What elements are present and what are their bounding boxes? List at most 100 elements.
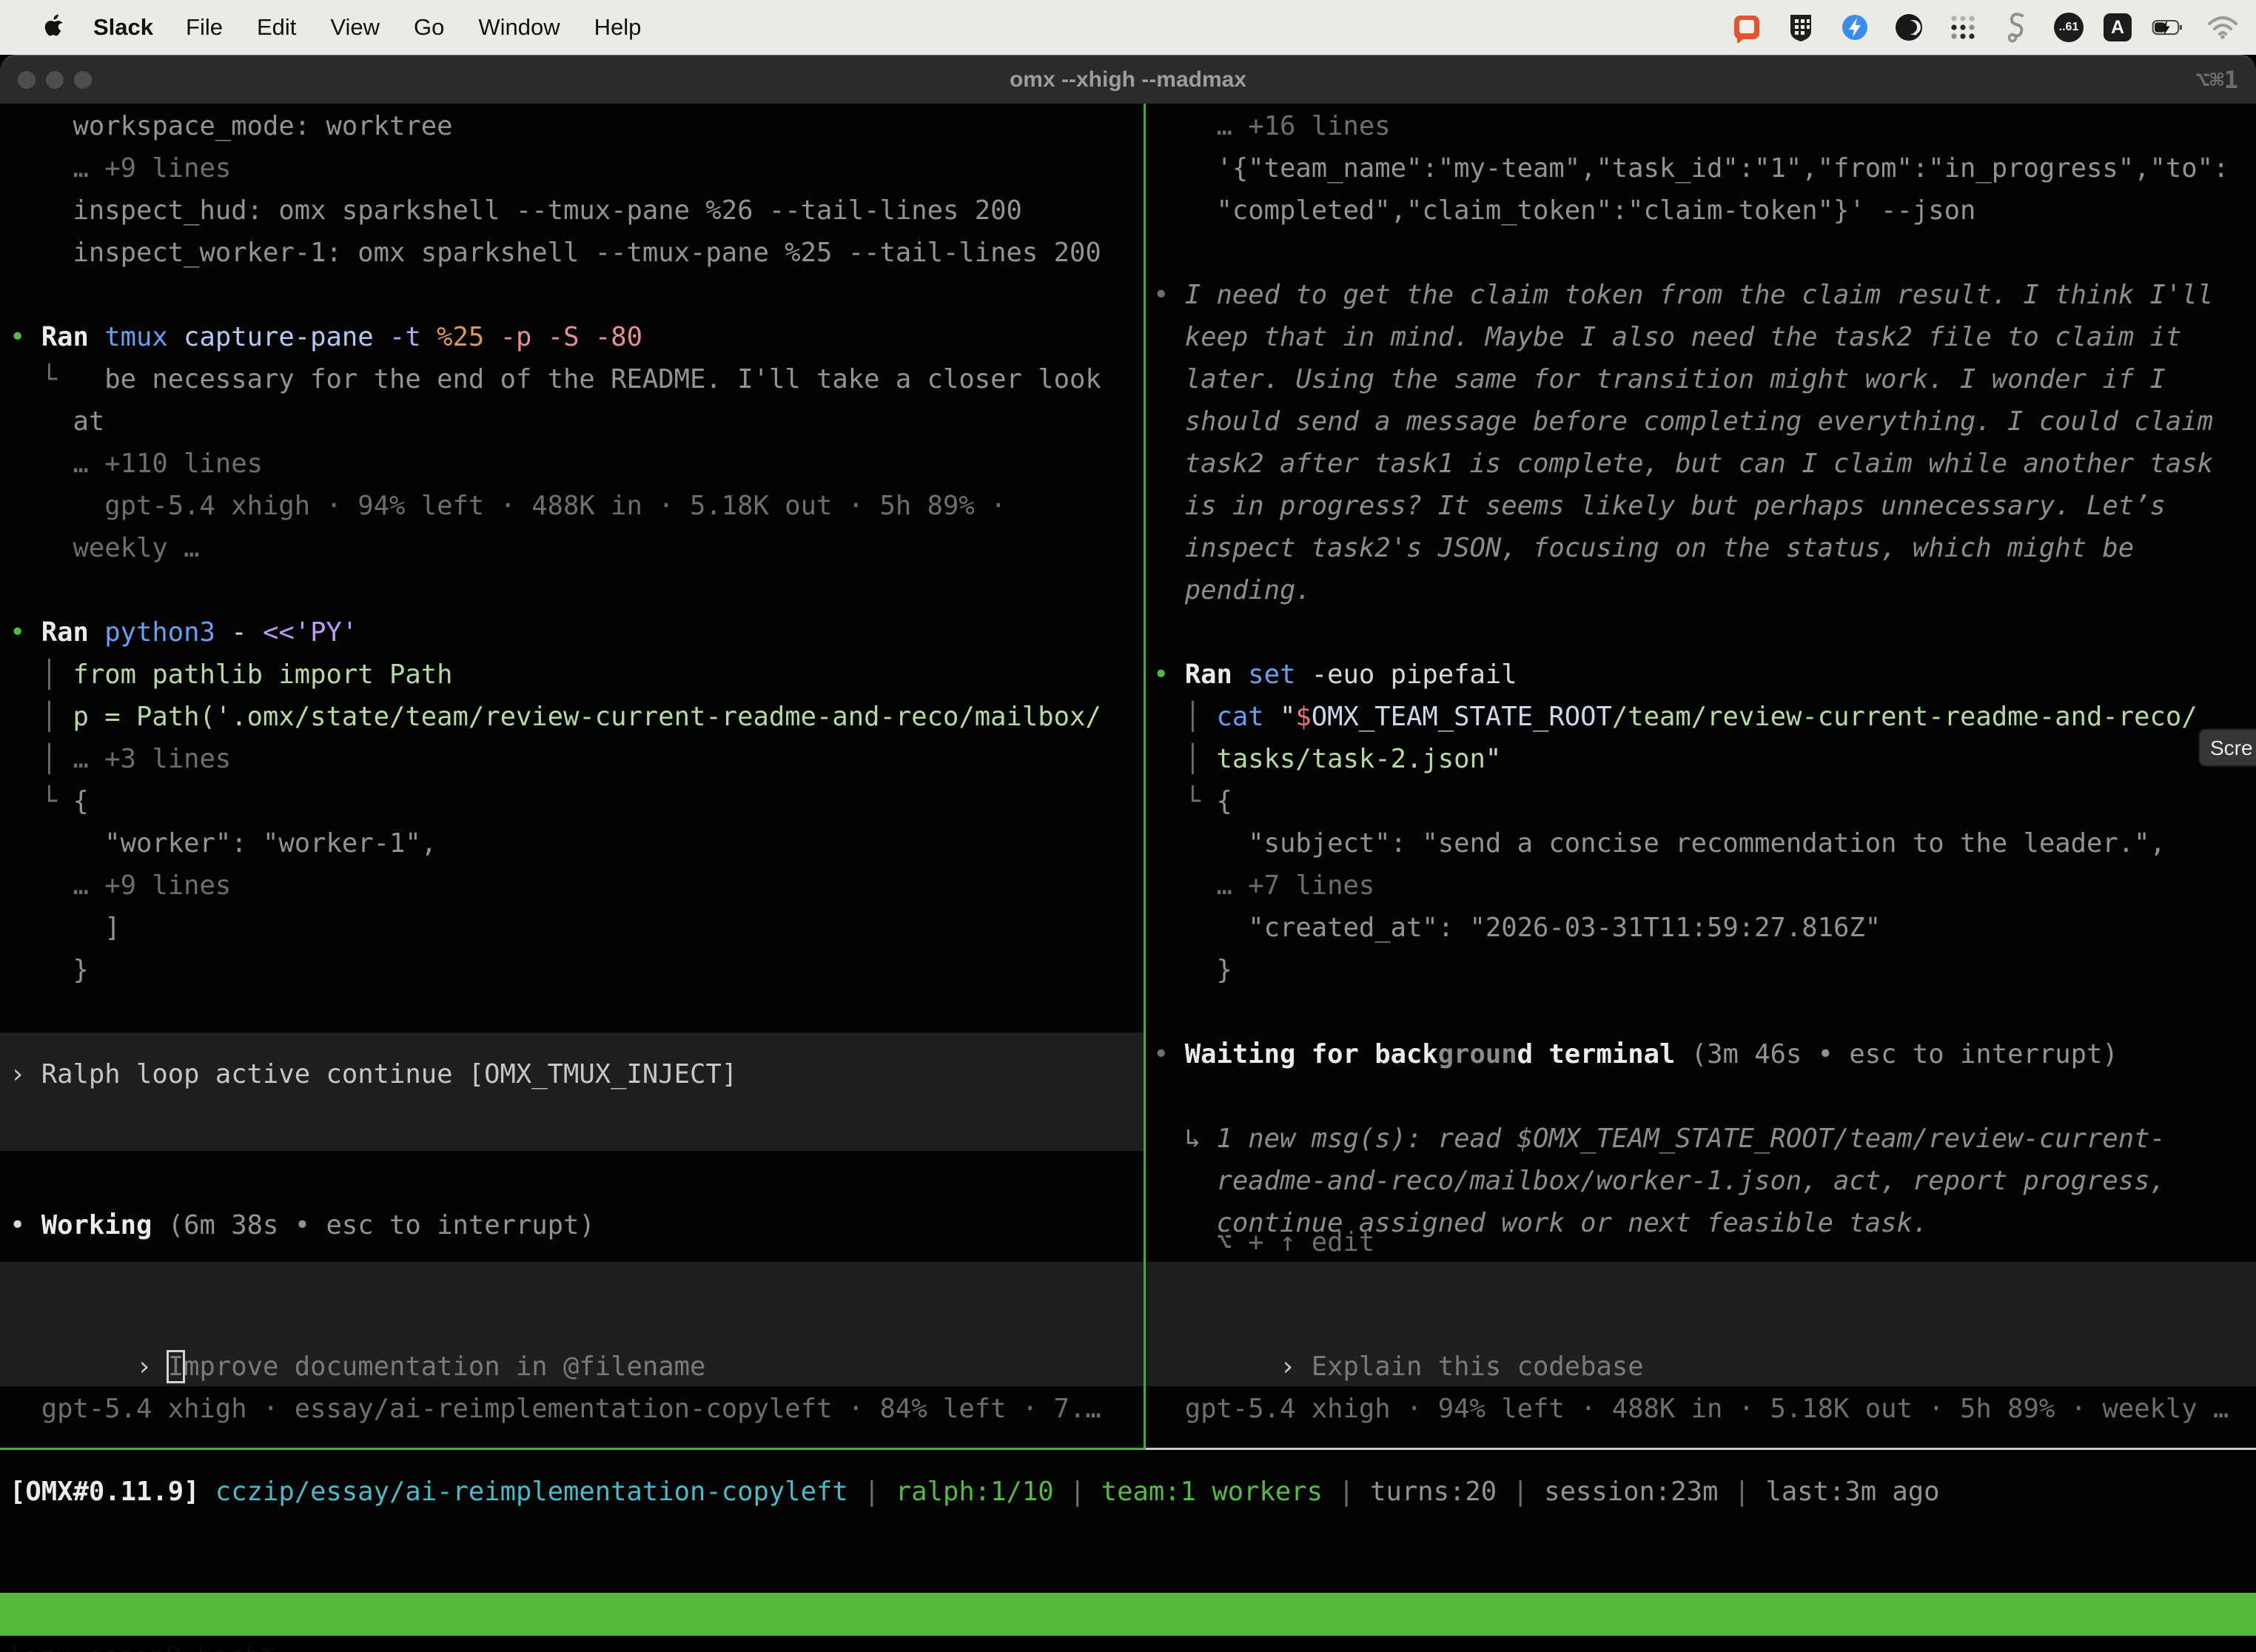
prompt-input-right[interactable]: › Explain this codebase <box>1146 1262 2256 1386</box>
terminal-line: [OMX#0.11.9] cczip/essay/ai-reimplementa… <box>10 1471 1940 1513</box>
input-source-icon[interactable]: A <box>2104 13 2132 41</box>
terminal-line: └ { <box>1153 780 2256 822</box>
tmux-session-name[interactable]: [omx-cczip0:bash* <box>7 1636 276 1652</box>
working-status: • Working (6m 38s • esc to interrupt) <box>10 1204 595 1246</box>
terminal-line: should send a message before completing … <box>1153 400 2256 443</box>
terminal-line: │ p = Path('.omx/state/team/review-curre… <box>10 696 1144 738</box>
window-shortcut-hint: ⌥⌘1 <box>2195 56 2238 104</box>
terminal-line: • Waiting for background terminal (3m 46… <box>1153 1033 2256 1075</box>
terminal-line: "completed","claim_token":"claim-token"}… <box>1153 189 2256 232</box>
menu-item-edit[interactable]: Edit <box>257 14 296 41</box>
terminal-line: │ … +3 lines <box>10 738 1144 780</box>
menu-bar: Slack File Edit View Go Window Help <box>0 0 2256 55</box>
terminal-line: weekly … <box>10 527 1144 569</box>
terminal-line: │ cat "$OMX_TEAM_STATE_ROOT/team/review-… <box>1153 696 2256 738</box>
tmux-pane-right[interactable]: … +16 lines '{"team_name":"my-team","tas… <box>1146 104 2256 1448</box>
terminal-line: task2 after task1 is complete, but can I… <box>1153 443 2256 485</box>
terminal-line: … +7 lines <box>1153 864 2256 907</box>
terminal-line: • Ran python3 - <<'PY' <box>10 611 1144 654</box>
terminal-line: is in progress? It seems likely but perh… <box>1153 485 2256 527</box>
terminal-line: ⌥ + ↑ edit <box>1153 1221 1374 1263</box>
s-hook-icon[interactable] <box>2000 10 2034 44</box>
grid-shield-icon[interactable] <box>1784 10 1818 44</box>
terminal-line: '{"team_name":"my-team","task_id":"1","f… <box>1153 147 2256 189</box>
terminal-line: gpt-5.4 xhigh · essay/ai-reimplementatio… <box>10 1388 1101 1430</box>
terminal-line: inspect_worker-1: omx sparkshell --tmux-… <box>10 232 1144 274</box>
terminal-line <box>1153 232 2256 274</box>
apple-icon[interactable] <box>40 14 70 41</box>
tmux-pane-left[interactable]: workspace_mode: worktree … +9 lines insp… <box>0 104 1144 1448</box>
window-title-bar: omx --xhigh --madmax ⌥⌘1 <box>0 55 2256 104</box>
window-title: omx --xhigh --madmax <box>0 56 2256 104</box>
terminal-line: inspect_hud: omx sparkshell --tmux-pane … <box>10 189 1144 232</box>
terminal-line: … +9 lines <box>10 864 1144 907</box>
dots-grid-icon[interactable] <box>1946 10 1980 44</box>
terminal-line: └ be necessary for the end of the README… <box>10 358 1144 400</box>
terminal-line: inspect task2's JSON, focusing on the st… <box>1153 527 2256 569</box>
flash-badge-icon[interactable] <box>1838 10 1872 44</box>
terminal-line: } <box>1153 949 2256 991</box>
terminal-line: … +110 lines <box>10 443 1144 485</box>
pane-border-active <box>0 1448 1144 1450</box>
pane-border-inactive <box>1146 1448 2256 1450</box>
omx-hud-status-line: [OMX#0.11.9] cczip/essay/ai-reimplementa… <box>10 1471 1940 1513</box>
terminal-line: gpt-5.4 xhigh · 94% left · 488K in · 5.1… <box>1153 1388 2229 1430</box>
edit-hint: ⌥ + ↑ edit <box>1153 1221 1374 1263</box>
terminal-line: … +9 lines <box>10 147 1144 189</box>
terminal-scrollback: workspace_mode: worktree … +9 lines insp… <box>0 104 1144 991</box>
screen-tooltip: Scre <box>2198 728 2256 767</box>
model-status-line: gpt-5.4 xhigh · essay/ai-reimplementatio… <box>10 1388 1101 1430</box>
terminal-line: ] <box>10 907 1144 949</box>
terminal-line: │ tasks/task-2.json" <box>1153 738 2256 780</box>
terminal-line: at <box>10 400 1144 443</box>
prompt-chevron: › <box>136 1352 168 1382</box>
terminal-line: "created_at": "2026-03-31T11:59:27.816Z" <box>1153 907 2256 949</box>
terminal-line: later. Using the same for transition mig… <box>1153 358 2256 400</box>
input-placeholder: mprove documentation in @filename <box>184 1352 705 1382</box>
ralph-loop-banner: › Ralph loop active continue [OMX_TMUX_I… <box>0 1032 1144 1151</box>
terminal-line: • I need to get the claim token from the… <box>1153 274 2256 316</box>
terminal-line: "subject": "send a concise recommendatio… <box>1153 822 2256 864</box>
battery-charging-icon[interactable] <box>2152 10 2186 44</box>
input-placeholder: Explain this codebase <box>1312 1352 1644 1382</box>
menu-item-go[interactable]: Go <box>414 14 444 41</box>
percent-badge-icon[interactable]: ..61 <box>2054 13 2084 42</box>
menu-item-view[interactable]: View <box>330 14 380 41</box>
text-cursor: I <box>168 1352 184 1382</box>
app-menus: File Edit View Go Window Help <box>186 14 641 41</box>
menu-item-file[interactable]: File <box>186 14 223 41</box>
active-app-name[interactable]: Slack <box>93 14 153 41</box>
terminal-line: • Ran set -euo pipefail <box>1153 654 2256 696</box>
terminal-window: workspace_mode: worktree … +9 lines insp… <box>0 104 2256 1593</box>
terminal-line: pending. <box>1153 569 2256 611</box>
terminal-line <box>1153 991 2256 1033</box>
terminal-line <box>1153 611 2256 654</box>
terminal-line: gpt-5.4 xhigh · 94% left · 488K in · 5.1… <box>10 485 1144 527</box>
terminal-line <box>10 569 1144 611</box>
tmux-status-bar: [omx-cczip0:bash* "MacBook-Pro-44.local"… <box>0 1593 2256 1636</box>
terminal-line: workspace_mode: worktree <box>10 105 1144 147</box>
terminal-line: • Working (6m 38s • esc to interrupt) <box>10 1204 595 1246</box>
screen-share-icon[interactable] <box>1730 10 1764 44</box>
terminal-line: │ from pathlib import Path <box>10 654 1144 696</box>
terminal-line: └ { <box>10 780 1144 822</box>
prompt-input-left[interactable]: › Improve documentation in @filename <box>0 1262 1144 1386</box>
terminal-line <box>10 274 1144 316</box>
prompt-chevron: › <box>1280 1352 1312 1382</box>
terminal-line: ↳ 1 new msg(s): read $OMX_TEAM_STATE_ROO… <box>1153 1118 2256 1160</box>
wifi-icon[interactable] <box>2206 10 2240 44</box>
pane-divider[interactable] <box>1144 104 1146 1450</box>
terminal-line <box>1153 1075 2256 1118</box>
model-status-line: gpt-5.4 xhigh · 94% left · 488K in · 5.1… <box>1153 1388 2229 1430</box>
terminal-line: keep that in mind. Maybe I also need the… <box>1153 316 2256 358</box>
terminal-line: "worker": "worker-1", <box>10 822 1144 864</box>
terminal-line: › Ralph loop active continue [OMX_TMUX_I… <box>10 1053 1144 1095</box>
terminal-line: } <box>10 949 1144 991</box>
crescent-app-icon[interactable] <box>1892 10 1926 44</box>
terminal-scrollback: … +16 lines '{"team_name":"my-team","tas… <box>1146 104 2256 1244</box>
menu-item-window[interactable]: Window <box>478 14 560 41</box>
menu-status-icons: ..61 A <box>1730 0 2240 55</box>
terminal-line: … +16 lines <box>1153 105 2256 147</box>
menu-item-help[interactable]: Help <box>594 14 642 41</box>
terminal-line: • Ran tmux capture-pane -t %25 -p -S -80 <box>10 316 1144 358</box>
